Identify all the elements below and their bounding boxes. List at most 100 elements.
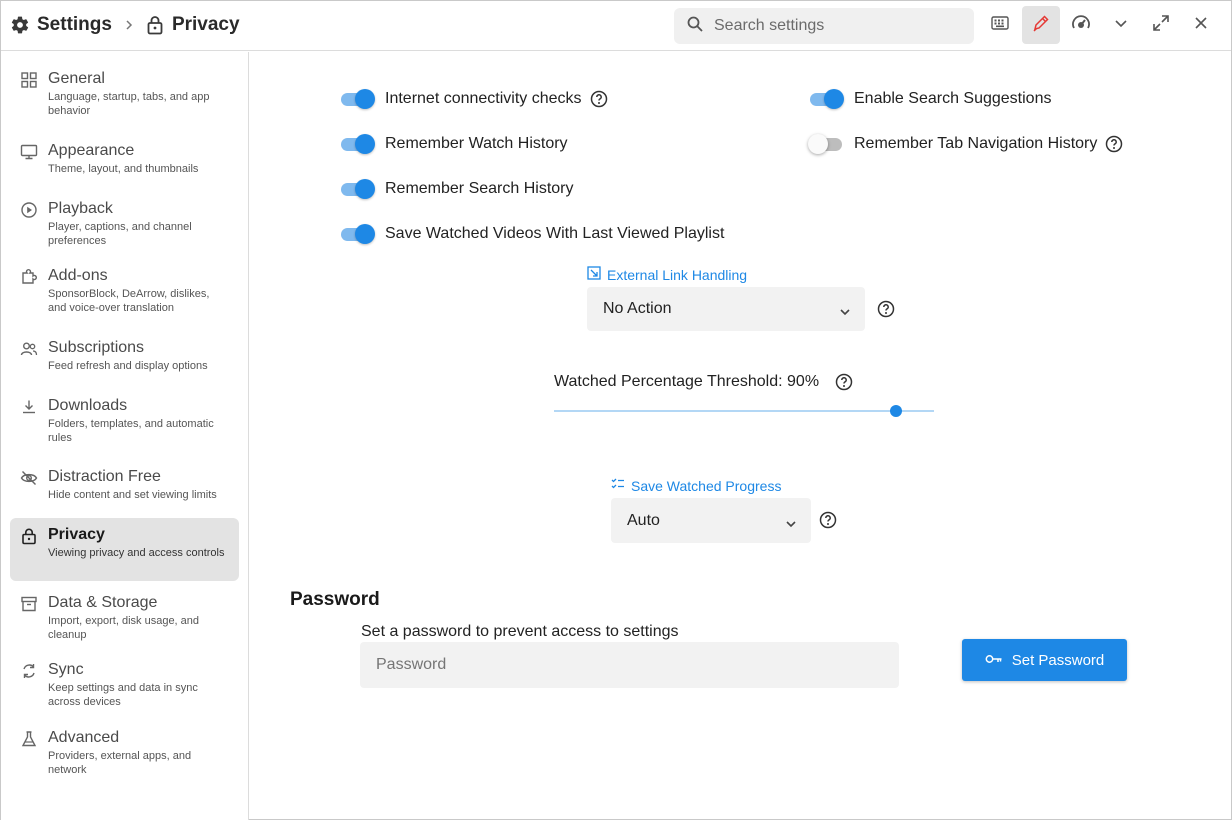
breadcrumb: Settings Privacy (10, 14, 240, 36)
set-password-button[interactable]: Set Password (962, 639, 1127, 681)
sidebar-item-desc: Providers, external apps, and network (48, 750, 192, 776)
breadcrumb-current: Privacy (171, 14, 240, 35)
checklist-icon (611, 477, 625, 494)
toggle-label: Internet connectivity checks (385, 90, 582, 107)
puzzle-icon (20, 268, 38, 286)
sidebar-item-title: Playback (48, 200, 113, 217)
chevron-down-icon (1114, 16, 1128, 34)
sidebar: General Language, startup, tabs, and app… (1, 52, 249, 820)
toggle-row-tab-navigation-history: Remember Tab Navigation History (808, 134, 1123, 154)
sidebar-item-desc: Hide content and set viewing limits (48, 489, 217, 501)
maximize-button[interactable] (1142, 6, 1180, 44)
threshold-label-text: Watched Percentage Threshold: 90% (554, 373, 820, 390)
download-icon (20, 398, 38, 416)
sidebar-item-data-storage[interactable]: Data & Storage Import, export, disk usag… (10, 593, 239, 642)
watch-history-toggle[interactable] (339, 134, 375, 154)
toggle-row-internet-checks: Internet connectivity checks (339, 89, 608, 109)
sidebar-item-subscriptions[interactable]: Subscriptions Feed refresh and display o… (10, 338, 239, 373)
sidebar-item-playback[interactable]: Playback Player, captions, and channel p… (10, 199, 239, 248)
help-icon[interactable] (877, 300, 895, 318)
search-history-toggle[interactable] (339, 179, 375, 199)
external-link-value: No Action (603, 300, 672, 317)
help-icon[interactable] (819, 511, 837, 529)
key-icon (985, 652, 1012, 669)
sidebar-item-desc: Keep settings and data in sync across de… (48, 682, 198, 708)
sidebar-item-title: Subscriptions (48, 339, 145, 356)
sidebar-item-desc: SponsorBlock, DeArrow, dislikes, and voi… (48, 288, 210, 314)
toggle-label: Remember Tab Navigation History (854, 135, 1098, 152)
flask-icon (20, 730, 38, 748)
save-progress-select[interactable]: Auto (611, 498, 811, 543)
keyboard-shortcuts-button[interactable] (981, 6, 1019, 44)
search-input[interactable] (714, 17, 954, 35)
help-icon[interactable] (590, 90, 608, 108)
sidebar-item-desc: Theme, layout, and thumbnails (48, 163, 199, 175)
chevron-down-icon (839, 304, 851, 322)
grid-icon (20, 71, 38, 89)
external-link-select[interactable]: No Action (587, 287, 865, 331)
save-progress-value: Auto (627, 511, 660, 529)
expand-icon (1152, 14, 1170, 37)
breadcrumb-root[interactable]: Settings (37, 14, 112, 36)
slider-fill (554, 410, 896, 412)
annotate-button[interactable] (1022, 6, 1060, 44)
sidebar-item-title: Advanced (48, 729, 120, 746)
sidebar-item-downloads[interactable]: Downloads Folders, templates, and automa… (10, 396, 239, 445)
play-circle-icon (20, 201, 38, 219)
password-field[interactable] (360, 642, 899, 688)
sidebar-item-privacy[interactable]: Privacy Viewing privacy and access contr… (10, 518, 239, 581)
set-password-label: Set Password (1011, 651, 1105, 669)
keyboard-icon (991, 15, 1009, 35)
more-options-button[interactable] (1102, 6, 1140, 44)
save-progress-label: Save Watched Progress (611, 477, 781, 494)
sidebar-item-title: Add-ons (48, 267, 108, 284)
performance-button[interactable] (1062, 6, 1100, 44)
settings-window: Settings Privacy Search settings General… (0, 0, 1232, 820)
internet-checks-toggle[interactable] (339, 89, 375, 109)
password-section-title: Password (290, 589, 380, 610)
close-button[interactable] (1182, 6, 1220, 44)
lock-icon (146, 15, 164, 35)
external-link-label: External Link Handling (587, 266, 747, 283)
speedometer-icon (1071, 13, 1091, 38)
sidebar-item-appearance[interactable]: Appearance Theme, layout, and thumbnails (10, 141, 239, 176)
header-bar: Settings Privacy (1, 1, 1231, 51)
sidebar-item-desc: Viewing privacy and access controls (48, 547, 225, 559)
toggle-label: Remember Watch History (385, 135, 568, 152)
toggle-label: Save Watched Videos With Last Viewed Pla… (385, 225, 725, 242)
sidebar-item-sync[interactable]: Sync Keep settings and data in sync acro… (10, 660, 239, 709)
monitor-icon (20, 143, 38, 161)
slider-thumb[interactable] (890, 405, 902, 417)
sidebar-item-addons[interactable]: Add-ons SponsorBlock, DeArrow, dislikes,… (10, 266, 239, 315)
help-icon[interactable] (835, 373, 853, 391)
sidebar-item-desc: Language, startup, tabs, and app behavio… (48, 91, 210, 117)
close-icon (1194, 16, 1208, 35)
sidebar-item-title: Privacy (48, 526, 105, 543)
sidebar-item-desc: Feed refresh and display options (48, 360, 208, 372)
pencil-icon (1031, 13, 1051, 38)
save-progress-label-text: Save Watched Progress (631, 477, 782, 494)
sidebar-item-title: Distraction Free (48, 468, 161, 485)
sidebar-item-general[interactable]: General Language, startup, tabs, and app… (10, 69, 239, 118)
sidebar-item-advanced[interactable]: Advanced Providers, external apps, and n… (10, 728, 239, 777)
tab-navigation-history-toggle[interactable] (808, 134, 844, 154)
threshold-slider[interactable] (554, 405, 934, 417)
search-box[interactable] (674, 8, 974, 44)
external-link-icon (587, 266, 601, 283)
gear-icon (10, 15, 30, 35)
sidebar-item-title: Sync (48, 661, 84, 678)
toggle-row-search-suggestions: Enable Search Suggestions (808, 89, 1051, 109)
help-icon[interactable] (1105, 135, 1123, 153)
eye-off-icon (20, 469, 38, 487)
toggle-label: Enable Search Suggestions (854, 90, 1052, 107)
toggle-row-save-watched-playlist: Save Watched Videos With Last Viewed Pla… (339, 224, 724, 244)
sidebar-item-distraction-free[interactable]: Distraction Free Hide content and set vi… (10, 467, 239, 502)
sidebar-item-title: Appearance (48, 142, 135, 159)
password-description: Set a password to prevent access to sett… (361, 623, 679, 640)
threshold-label: Watched Percentage Threshold: 90% (554, 373, 853, 391)
sidebar-item-title: Data & Storage (48, 594, 158, 611)
save-watched-playlist-toggle[interactable] (339, 224, 375, 244)
search-suggestions-toggle[interactable] (808, 89, 844, 109)
toggle-row-watch-history: Remember Watch History (339, 134, 568, 154)
chevron-right-icon (124, 20, 134, 30)
